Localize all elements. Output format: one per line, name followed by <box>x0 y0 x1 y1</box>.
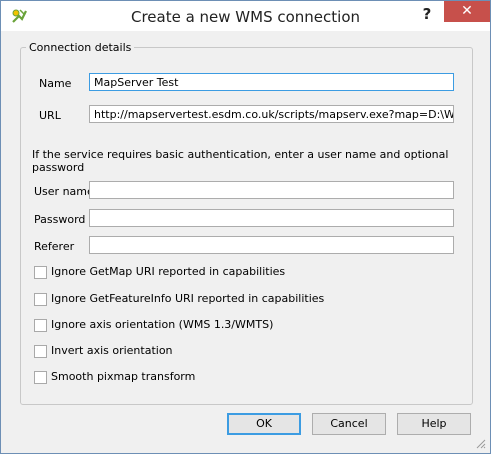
referer-label: Referer <box>34 240 75 253</box>
option-label: Smooth pixmap transform <box>51 370 196 383</box>
checkbox[interactable] <box>34 319 47 332</box>
password-field[interactable] <box>89 209 454 227</box>
referer-field[interactable] <box>89 236 454 254</box>
option-label: Invert axis orientation <box>51 344 173 357</box>
username-field[interactable] <box>89 181 454 199</box>
url-field[interactable]: http://mapservertest.esdm.co.uk/scripts/… <box>89 105 454 123</box>
wms-connection-dialog: Create a new WMS connection ? ✕ Connecti… <box>0 0 491 454</box>
option-label: Ignore axis orientation (WMS 1.3/WMTS) <box>51 318 274 331</box>
password-label: Password <box>34 213 86 226</box>
help-button[interactable]: Help <box>397 413 471 435</box>
context-help-button[interactable]: ? <box>419 5 435 25</box>
cancel-button[interactable]: Cancel <box>312 413 386 435</box>
option-label: Ignore GetMap URI reported in capabiliti… <box>51 265 286 278</box>
checkbox[interactable] <box>34 345 47 358</box>
auth-hint-text: If the service requires basic authentica… <box>32 148 449 174</box>
close-button[interactable]: ✕ <box>444 1 490 22</box>
checkbox[interactable] <box>34 371 47 384</box>
checkbox[interactable] <box>34 293 47 306</box>
name-field[interactable]: MapServer Test <box>89 73 454 91</box>
group-title: Connection details <box>26 41 135 54</box>
checkbox[interactable] <box>34 266 47 279</box>
option-label: Ignore GetFeatureInfo URI reported in ca… <box>51 292 325 305</box>
resize-grip-icon[interactable] <box>474 437 486 449</box>
url-label: URL <box>39 109 61 122</box>
name-label: Name <box>39 77 72 90</box>
title-bar: Create a new WMS connection ? ✕ <box>1 1 490 31</box>
username-label: User name <box>34 185 94 198</box>
window-title: Create a new WMS connection <box>130 8 361 26</box>
ok-button[interactable]: OK <box>227 413 301 435</box>
